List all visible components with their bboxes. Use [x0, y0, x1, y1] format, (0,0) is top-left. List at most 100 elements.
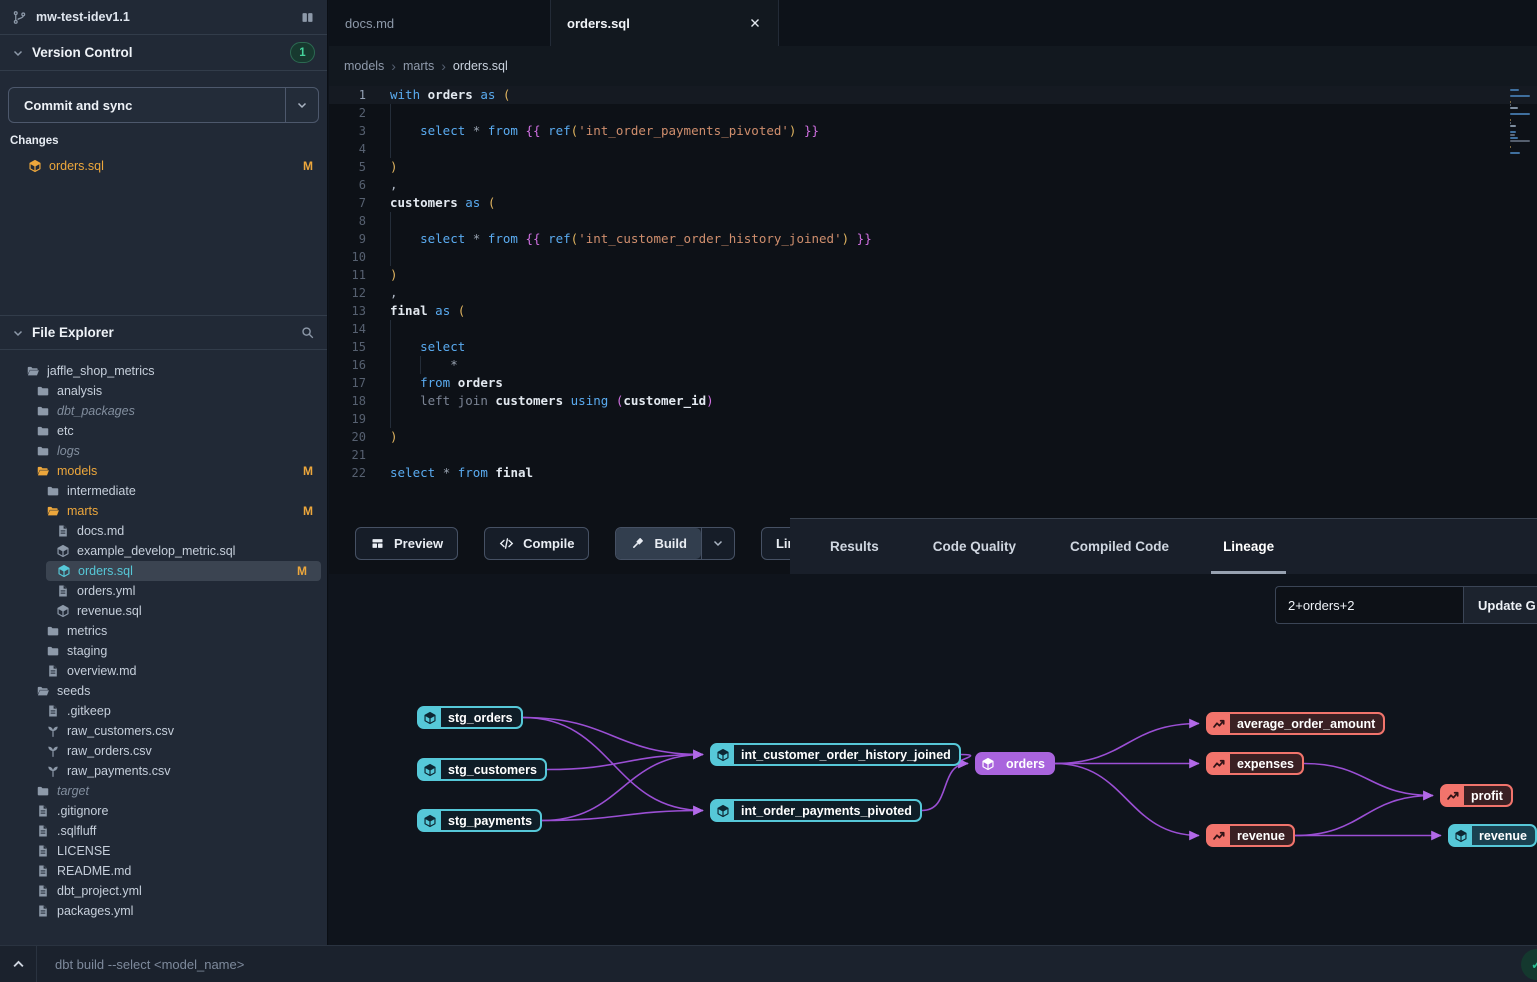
folder-icon [36, 444, 50, 458]
preview-button-main[interactable]: Preview [356, 528, 457, 559]
file-tree-item[interactable]: modelsM [0, 461, 327, 481]
tab-code-quality[interactable]: Code Quality [921, 519, 1028, 574]
update-graph-button[interactable]: Update G [1463, 586, 1537, 624]
file-name: README.md [57, 864, 313, 878]
file-tree-item[interactable]: orders.sqlM [46, 561, 321, 581]
line-content [390, 410, 1537, 428]
lineage-selector-input[interactable] [1275, 586, 1463, 624]
file-name: orders.yml [77, 584, 313, 598]
file-tree-item[interactable]: metrics [0, 621, 327, 641]
build-button-main[interactable]: Build [616, 528, 701, 559]
seed-icon [46, 764, 60, 778]
lineage-node-profit[interactable]: profit [1440, 784, 1513, 807]
code-line: 3 select * from {{ ref('int_order_paymen… [329, 122, 1537, 140]
preview-button[interactable]: Preview [355, 527, 458, 560]
lineage-node-orders[interactable]: orders [975, 752, 1055, 775]
breadcrumb-item[interactable]: models [344, 59, 384, 73]
file-tree-item[interactable]: logs [0, 441, 327, 461]
compile-button-main[interactable]: Compile [485, 528, 588, 559]
file-tree-item[interactable]: dbt_packages [0, 401, 327, 421]
file-tree-item[interactable]: raw_orders.csv [0, 741, 327, 761]
lineage-node-revenue_metric[interactable]: revenue [1206, 824, 1295, 847]
editor-tab-orders-sql[interactable]: orders.sql [551, 0, 779, 46]
file-tree-item[interactable]: seeds [0, 681, 327, 701]
status-indicator[interactable]: ✓ [1521, 949, 1537, 980]
file-tree-item[interactable]: dbt_project.yml [0, 881, 327, 901]
search-icon[interactable] [300, 325, 315, 340]
node-label: orders [999, 754, 1053, 773]
folder-icon [36, 424, 50, 438]
lineage-node-int_customer_order_history_joined[interactable]: int_customer_order_history_joined [710, 743, 961, 766]
file-tree-item[interactable]: raw_payments.csv [0, 761, 327, 781]
lineage-node-average_order_amount[interactable]: average_order_amount [1206, 712, 1385, 735]
line-number: 15 [329, 338, 366, 356]
file-tree-item[interactable]: revenue.sql [0, 601, 327, 621]
line-content: ) [390, 158, 1537, 176]
code-line: 18 left join customers using (customer_i… [329, 392, 1537, 410]
code-editor[interactable]: 1with orders as (23 select * from {{ ref… [329, 86, 1537, 512]
code-line: 6, [329, 176, 1537, 194]
file-tree-item[interactable]: etc [0, 421, 327, 441]
version-control-header[interactable]: Version Control 1 [0, 35, 327, 71]
file-name: raw_payments.csv [67, 764, 313, 778]
file-icon [36, 884, 50, 898]
line-content: , [390, 284, 1537, 302]
panel-columns-icon[interactable] [300, 10, 315, 25]
tab-lineage[interactable]: Lineage [1211, 519, 1286, 574]
file-tree-item[interactable]: analysis [0, 381, 327, 401]
editor-tab-docs-md[interactable]: docs.md [329, 0, 551, 46]
file-tree-item[interactable]: jaffle_shop_metrics [0, 361, 327, 381]
file-tree-item[interactable]: LICENSE [0, 841, 327, 861]
dbt-command-input[interactable] [37, 957, 1537, 972]
editor-minimap[interactable] [1510, 89, 1532, 155]
changed-file-row[interactable]: orders.sql M [0, 155, 327, 177]
file-tree-item[interactable]: README.md [0, 861, 327, 881]
code-line: 4 [329, 140, 1537, 158]
file-tree-item[interactable]: target [0, 781, 327, 801]
file-tree-item[interactable]: martsM [0, 501, 327, 521]
lineage-node-expenses[interactable]: expenses [1206, 752, 1304, 775]
repo-name: mw-test-idev1.1 [36, 10, 291, 24]
file-explorer-header[interactable]: File Explorer [0, 315, 327, 350]
line-content: customers as ( [390, 194, 1537, 212]
file-tree-item[interactable]: example_develop_metric.sql [0, 541, 327, 561]
expand-command-bar-button[interactable] [0, 946, 37, 982]
tab-label: docs.md [345, 16, 394, 31]
lineage-node-revenue_model[interactable]: revenue [1448, 824, 1537, 847]
close-tab-icon[interactable] [748, 16, 762, 30]
file-tree-item[interactable]: orders.yml [0, 581, 327, 601]
file-tree-item[interactable]: staging [0, 641, 327, 661]
file-tree-item[interactable]: overview.md [0, 661, 327, 681]
code-line: 9 select * from {{ ref('int_customer_ord… [329, 230, 1537, 248]
commit-options-caret[interactable] [285, 88, 318, 122]
breadcrumb-item[interactable]: orders.sql [453, 59, 508, 73]
file-icon [56, 524, 70, 538]
line-number: 17 [329, 374, 366, 392]
file-tree-item[interactable]: packages.yml [0, 901, 327, 921]
lineage-edge [1304, 764, 1433, 796]
cube-icon [419, 708, 441, 727]
file-icon [36, 824, 50, 838]
node-label: revenue [1472, 826, 1535, 845]
tab-results[interactable]: Results [818, 519, 891, 574]
lineage-node-stg_payments[interactable]: stg_payments [417, 809, 542, 832]
compile-button[interactable]: Compile [484, 527, 589, 560]
file-tree-item[interactable]: raw_customers.csv [0, 721, 327, 741]
file-tree-item[interactable]: docs.md [0, 521, 327, 541]
editor-tabbar: docs.md orders.sql [329, 0, 1537, 46]
file-tree-item[interactable]: intermediate [0, 481, 327, 501]
build-options-caret[interactable] [701, 528, 734, 559]
file-tree-item[interactable]: .gitkeep [0, 701, 327, 721]
lineage-node-stg_customers[interactable]: stg_customers [417, 758, 547, 781]
build-button[interactable]: Build [615, 527, 735, 560]
file-tree-item[interactable]: .gitignore [0, 801, 327, 821]
commit-and-sync-button[interactable]: Commit and sync [8, 87, 319, 123]
breadcrumb-item[interactable]: marts [403, 59, 434, 73]
file-tree-item[interactable]: .sqlfluff [0, 821, 327, 841]
lineage-node-stg_orders[interactable]: stg_orders [417, 706, 523, 729]
file-tree: jaffle_shop_metricsanalysisdbt_packagese… [0, 361, 327, 945]
line-number: 9 [329, 230, 366, 248]
tab-compiled-code[interactable]: Compiled Code [1058, 519, 1181, 574]
line-number: 18 [329, 392, 366, 410]
lineage-node-int_order_payments_pivoted[interactable]: int_order_payments_pivoted [710, 799, 922, 822]
